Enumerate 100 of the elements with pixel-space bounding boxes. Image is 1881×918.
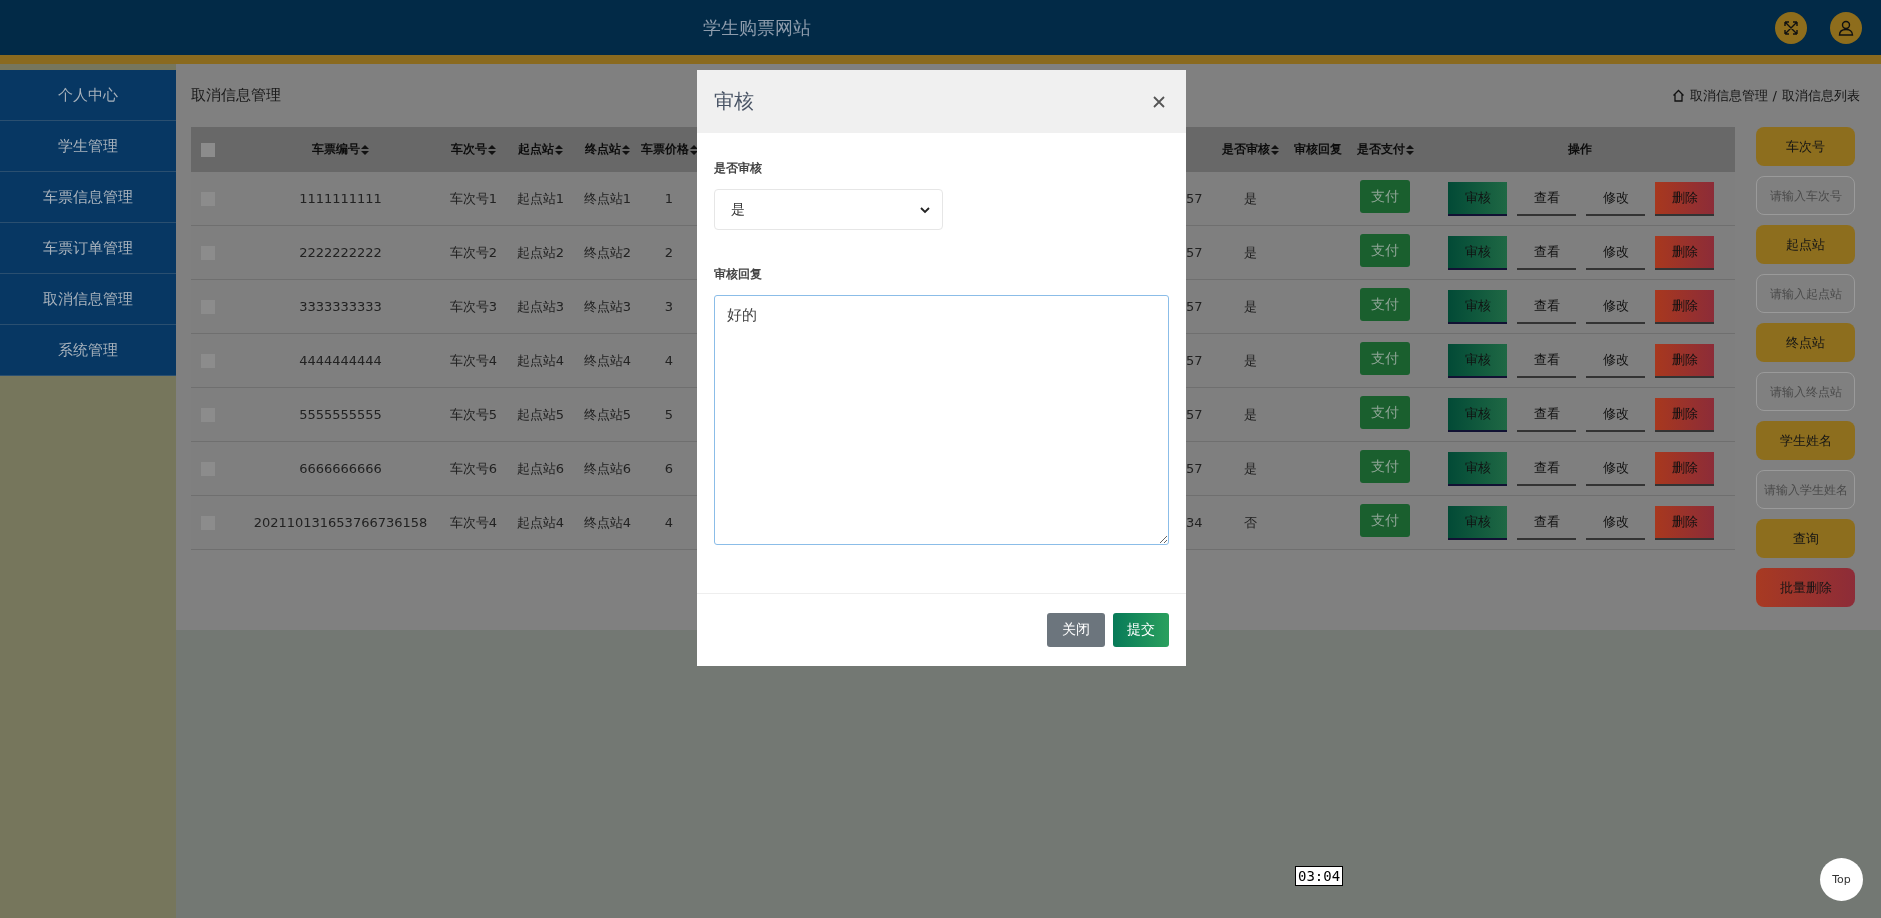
pay-button[interactable]: 支付 <box>1360 180 1410 213</box>
filter-label: 车次号 <box>1756 127 1855 166</box>
reply-textarea[interactable]: 好的 <box>714 295 1169 545</box>
table-cell: 车次号4 <box>449 513 498 532</box>
table-cell: 否 <box>1243 513 1257 532</box>
expand-icon <box>1783 19 1799 36</box>
pay-button[interactable]: 支付 <box>1360 234 1410 267</box>
table-cell: 2222222222 <box>299 245 382 260</box>
column-header[interactable]: 车次号 <box>451 141 487 158</box>
column-header[interactable]: 审核回复 <box>1293 141 1342 158</box>
action-link[interactable]: 修改 <box>1586 451 1645 486</box>
table-cell: 是 <box>1243 189 1257 208</box>
table-cell: 1111111111 <box>299 191 382 206</box>
column-header[interactable]: 起点站 <box>518 141 554 158</box>
sidebar-item[interactable]: 取消信息管理 <box>0 274 176 325</box>
close-button[interactable] <box>1151 93 1167 110</box>
table-cell: 4444444444 <box>299 353 382 368</box>
action-link[interactable]: 修改 <box>1586 505 1645 540</box>
batch-delete-button[interactable]: 批量删除 <box>1756 568 1855 607</box>
table-cell: 起点站3 <box>516 297 565 316</box>
review-button[interactable]: 审核 <box>1448 343 1507 378</box>
column-header[interactable]: 车票编号 <box>312 141 360 158</box>
review-button[interactable]: 审核 <box>1448 397 1507 432</box>
delete-button[interactable]: 删除 <box>1655 505 1714 540</box>
sidebar-item[interactable]: 车票信息管理 <box>0 172 176 223</box>
select-field[interactable]: 是 <box>714 189 943 230</box>
action-link[interactable]: 查看 <box>1517 451 1576 486</box>
table-cell: 终点站6 <box>583 459 632 478</box>
action-link[interactable]: 修改 <box>1586 397 1645 432</box>
sidebar-item[interactable]: 个人中心 <box>0 70 176 121</box>
breadcrumb-item[interactable]: 取消信息管理 <box>1689 86 1768 105</box>
table-cell: 起点站4 <box>516 351 565 370</box>
table-cell: 5555555555 <box>299 407 382 422</box>
sidebar-item[interactable]: 学生管理 <box>0 121 176 172</box>
column-header[interactable]: 操作 <box>1568 141 1592 158</box>
action-link[interactable]: 查看 <box>1517 343 1576 378</box>
table-cell: 终点站2 <box>583 243 632 262</box>
table-cell: 是 <box>1243 405 1257 424</box>
table-cell: 202110131653766736158 <box>253 515 428 530</box>
action-link[interactable]: 查看 <box>1517 181 1576 216</box>
table-cell: 4 <box>664 353 674 368</box>
review-button[interactable]: 审核 <box>1448 289 1507 324</box>
action-link[interactable]: 修改 <box>1586 343 1645 378</box>
delete-button[interactable]: 删除 <box>1655 181 1714 216</box>
action-link[interactable]: 查看 <box>1517 289 1576 324</box>
pay-button[interactable]: 支付 <box>1360 450 1410 483</box>
table-cell: 起点站6 <box>516 459 565 478</box>
page-title: 取消信息管理 <box>191 86 281 105</box>
user-button[interactable] <box>1830 11 1862 44</box>
table-cell: 是 <box>1243 351 1257 370</box>
action-link[interactable]: 修改 <box>1586 235 1645 270</box>
review-button[interactable]: 审核 <box>1448 181 1507 216</box>
table-cell: 车次号2 <box>449 243 498 262</box>
table-cell: 5 <box>664 407 674 422</box>
action-link[interactable]: 查看 <box>1517 397 1576 432</box>
pay-button[interactable]: 支付 <box>1360 342 1410 375</box>
review-button[interactable]: 审核 <box>1448 451 1507 486</box>
close-dialog-button[interactable]: 关闭 <box>1047 613 1105 647</box>
filter-label: 终点站 <box>1756 323 1855 362</box>
pay-button[interactable]: 支付 <box>1360 288 1410 321</box>
delete-button[interactable]: 删除 <box>1655 397 1714 432</box>
table-cell: 终点站3 <box>583 297 632 316</box>
fullscreen-button[interactable] <box>1775 11 1807 44</box>
delete-button[interactable]: 删除 <box>1655 343 1714 378</box>
field-label: 是否审核 <box>714 160 763 177</box>
delete-button[interactable]: 删除 <box>1655 289 1714 324</box>
table-cell: 车次号6 <box>449 459 498 478</box>
sidebar-item[interactable]: 车票订单管理 <box>0 223 176 274</box>
pay-button[interactable]: 支付 <box>1360 504 1410 537</box>
column-header[interactable]: 终点站 <box>585 141 621 158</box>
breadcrumb-item[interactable]: 取消信息列表 <box>1782 86 1860 105</box>
review-button[interactable]: 审核 <box>1448 505 1507 540</box>
table-cell: 起点站2 <box>516 243 565 262</box>
table-cell: 起点站5 <box>516 405 565 424</box>
action-link[interactable]: 查看 <box>1517 235 1576 270</box>
delete-button[interactable]: 删除 <box>1655 235 1714 270</box>
submit-button[interactable]: 提交 <box>1113 613 1169 647</box>
filter-label: 学生姓名 <box>1756 421 1855 460</box>
checkbox[interactable] <box>201 142 215 157</box>
column-header[interactable]: 是否支付 <box>1356 141 1405 158</box>
column-header[interactable]: 车票价格 <box>641 141 689 158</box>
dialog-title: 审核 <box>714 88 754 115</box>
review-button[interactable]: 审核 <box>1448 235 1507 270</box>
search-button[interactable]: 查询 <box>1756 519 1855 558</box>
action-link[interactable]: 修改 <box>1586 289 1645 324</box>
table-cell: 车次号4 <box>449 351 498 370</box>
table-cell: 车次号1 <box>449 189 498 208</box>
site-title: 学生购票网站 <box>703 15 811 40</box>
sidebar-item[interactable]: 系统管理 <box>0 325 176 376</box>
pay-button[interactable]: 支付 <box>1360 396 1410 429</box>
table-cell: 是 <box>1243 243 1257 262</box>
table-cell: 终点站1 <box>583 189 632 208</box>
table-cell: 57 <box>1186 191 1203 206</box>
delete-button[interactable]: 删除 <box>1655 451 1714 486</box>
action-link[interactable]: 修改 <box>1586 181 1645 216</box>
action-link[interactable]: 查看 <box>1517 505 1576 540</box>
column-header[interactable]: 是否审核 <box>1221 141 1270 158</box>
table-cell: 终点站5 <box>583 405 632 424</box>
chevron-down-icon <box>920 205 930 214</box>
table-cell: 4 <box>664 515 674 530</box>
